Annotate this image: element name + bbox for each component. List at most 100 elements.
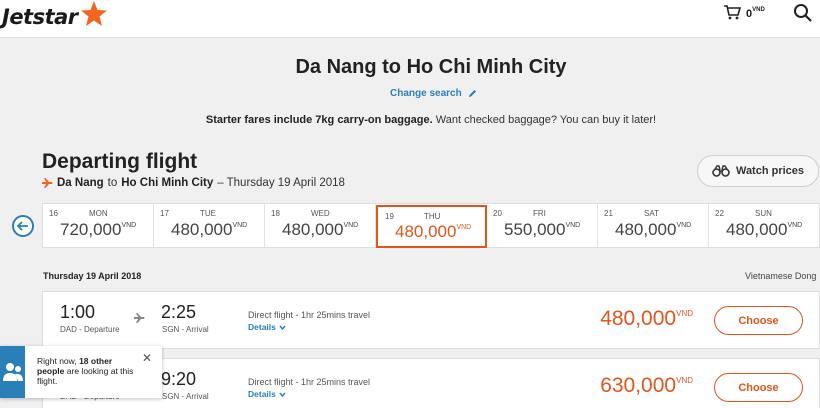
binoculars-icon xyxy=(712,165,730,177)
date-day-number: 20 xyxy=(493,209,502,218)
departing-route-summary: Da Nang to Ho Chi Minh City – Thursday 1… xyxy=(42,177,345,189)
date-day-number: 19 xyxy=(385,212,394,221)
flight-price: 630,000VND xyxy=(600,374,693,398)
date-price-value: 550,000 xyxy=(504,220,566,239)
departing-flight-title: Departing flight xyxy=(42,150,198,173)
date-price-currency: VND xyxy=(676,222,692,229)
chevron-down-icon xyxy=(279,325,286,330)
flight-price-value: 480,000 xyxy=(600,307,677,330)
cart-icon xyxy=(724,5,741,20)
date-strip: 16 MON 720,000VND 17 TUE 480,000VND 18 WED 480,0… xyxy=(42,203,820,248)
previous-dates-button[interactable] xyxy=(12,215,34,237)
date-price: 550,000VND xyxy=(504,220,580,240)
flight-description: Direct flight - 1hr 25mins travel xyxy=(248,377,371,387)
social-proof-toast: Right now, 18 other people are looking a… xyxy=(0,346,162,398)
flight-description: Direct flight - 1hr 25mins travel xyxy=(248,310,371,320)
date-price: 480,000VND xyxy=(615,220,691,240)
date-option-wed[interactable]: 18 WED 480,000VND xyxy=(265,204,376,247)
chevron-down-icon xyxy=(279,392,286,397)
cart-currency: VND xyxy=(752,7,765,13)
date-price: 480,000VND xyxy=(395,222,471,242)
route-title: Da Nang to Ho Chi Minh City xyxy=(295,56,567,78)
date-option-thu[interactable]: 19 THU 480,000VND xyxy=(376,205,487,248)
departure-time: 1:00 xyxy=(60,302,96,322)
date-price-currency: VND xyxy=(121,222,137,229)
date-price: 480,000VND xyxy=(282,220,358,240)
flight-card: 1:00 DAD - Departure 2:25 SGN - Arrival Dire… xyxy=(42,291,820,349)
plane-icon xyxy=(42,178,53,188)
date-day-number: 16 xyxy=(49,209,58,218)
date-price: 720,000VND xyxy=(60,220,136,240)
date-option-sun[interactable]: 22 SUN 480,000VND xyxy=(709,204,820,247)
details-link[interactable]: Details xyxy=(248,389,286,399)
date-day-name: MON xyxy=(89,209,108,218)
flight-price-value: 630,000 xyxy=(600,374,677,397)
date-price-currency: VND xyxy=(456,224,472,231)
currency-selector[interactable]: Vietnamese Dong xyxy=(745,271,816,281)
jetstar-logo[interactable]: Jetstar xyxy=(2,1,109,32)
arrival-airport: SGN - Arrival xyxy=(162,325,209,334)
details-link[interactable]: Details xyxy=(248,322,286,332)
date-day-number: 21 xyxy=(604,209,613,218)
date-day-name: WED xyxy=(311,209,330,218)
logo-text: Jetstar xyxy=(2,5,78,29)
date-day-name: TUE xyxy=(200,209,216,218)
date-price-value: 480,000 xyxy=(282,220,344,239)
destination-city: Ho Chi Minh City xyxy=(121,177,214,189)
search-icon[interactable] xyxy=(793,3,813,23)
date-option-tue[interactable]: 17 TUE 480,000VND xyxy=(154,204,265,247)
flight-price-currency: VND xyxy=(676,309,693,318)
toast-text-pre: Right now, xyxy=(37,356,77,366)
change-search-link[interactable]: Change search xyxy=(390,88,477,99)
departing-date: – Thursday 19 April 2018 xyxy=(217,177,345,189)
cart-button[interactable]: 0VND xyxy=(723,4,765,20)
date-option-sat[interactable]: 21 SAT 480,000VND xyxy=(598,204,709,247)
toast-message: Right now, 18 other people are looking a… xyxy=(37,356,137,386)
plane-icon xyxy=(134,313,145,323)
date-price: 480,000VND xyxy=(726,220,802,240)
change-search-label: Change search xyxy=(390,88,462,99)
flight-price-currency: VND xyxy=(676,376,693,385)
baggage-notice: Starter fares include 7kg carry-on bagga… xyxy=(0,114,820,126)
flight-price: 480,000VND xyxy=(600,307,693,331)
arrival-time: 9:20 xyxy=(161,369,197,389)
date-day-number: 18 xyxy=(271,209,280,218)
arrival-airport: SGN - Arrival xyxy=(162,392,209,401)
date-day-number: 17 xyxy=(160,209,169,218)
date-price-currency: VND xyxy=(565,222,581,229)
date-price-currency: VND xyxy=(232,222,248,229)
watch-prices-button[interactable]: Watch prices xyxy=(697,155,819,187)
results-date-label: Thursday 19 April 2018 xyxy=(43,271,142,281)
top-navigation-bar: Jetstar 0VND xyxy=(0,0,820,38)
date-day-name: SUN xyxy=(755,209,772,218)
date-price-value: 480,000 xyxy=(615,220,677,239)
date-price-value: 480,000 xyxy=(395,222,457,241)
date-price: 480,000VND xyxy=(171,220,247,240)
details-label: Details xyxy=(248,389,276,399)
star-icon xyxy=(80,1,107,26)
date-day-number: 22 xyxy=(715,209,724,218)
date-day-name: FRI xyxy=(533,209,546,218)
choose-button[interactable]: Choose xyxy=(714,306,803,335)
baggage-notice-bold: Starter fares include 7kg carry-on bagga… xyxy=(205,114,433,126)
origin-city: Da Nang xyxy=(57,177,104,189)
choose-button[interactable]: Choose xyxy=(714,373,803,402)
date-price-currency: VND xyxy=(787,222,803,229)
arrow-left-icon xyxy=(17,221,28,231)
details-label: Details xyxy=(248,322,276,332)
close-icon[interactable]: ✕ xyxy=(142,352,152,364)
baggage-notice-rest: Want checked baggage? You can buy it lat… xyxy=(435,114,657,126)
date-price-value: 480,000 xyxy=(171,220,233,239)
date-price-value: 480,000 xyxy=(726,220,788,239)
pencil-icon xyxy=(468,90,476,97)
people-icon xyxy=(0,346,25,398)
date-price-value: 720,000 xyxy=(60,220,122,239)
arrival-time: 2:25 xyxy=(161,302,197,322)
date-option-fri[interactable]: 20 FRI 550,000VND xyxy=(487,204,598,247)
watch-prices-label: Watch prices xyxy=(735,165,805,177)
date-price-currency: VND xyxy=(343,222,359,229)
cart-amount: 0VND xyxy=(746,7,765,20)
date-option-mon[interactable]: 16 MON 720,000VND xyxy=(43,204,154,247)
date-day-name: SAT xyxy=(644,209,659,218)
date-day-name: THU xyxy=(424,212,441,221)
